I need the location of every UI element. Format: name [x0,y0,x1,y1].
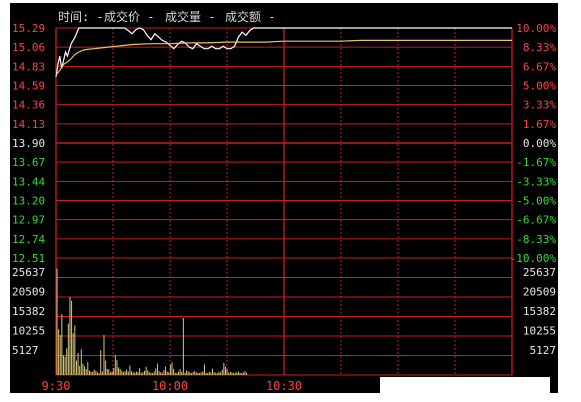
volume-tick-label: 15382 [523,305,556,318]
percent-tick-label: 10.00% [516,22,556,35]
price-label: 成交价 - [104,9,154,24]
stock-chart-window: 时间: - 成交价 - 成交量 - 成交额 - 15.29 15.06 14.83 1… [0,0,581,402]
price-tick-label: 14.36 [12,99,45,112]
percent-tick-label: -10.00% [510,252,557,265]
amount-label: 成交额 - [225,9,275,24]
volume-tick-label: 15382 [12,305,45,318]
volume-tick-label: 25637 [12,266,45,279]
redacted-area [380,377,550,393]
price-tick-label: 14.13 [12,118,45,131]
volume-tick-label: 10255 [523,325,556,338]
volume-tick-label: 5127 [12,344,39,357]
percent-tick-label: -8.33% [516,233,556,246]
percent-tick-label: 5.00% [523,80,556,93]
price-tick-label: 15.29 [12,22,45,35]
percent-tick-label: 1.67% [523,118,556,131]
percent-tick-label: 8.33% [523,41,556,54]
price-tick-label: 12.51 [12,252,45,265]
price-tick-label: 14.59 [12,80,45,93]
price-tick-label: 13.44 [12,175,45,188]
time-tick-label: 10:30 [266,379,302,393]
price-tick-label: 13.20 [12,195,45,208]
price-tick-label: 13.67 [12,156,45,169]
time-tick-label: 9:30 [42,379,71,393]
price-tick-label: 15.06 [12,41,45,54]
percent-tick-label: 6.67% [523,60,556,73]
volume-tick-label: 20509 [12,286,45,299]
volume-tick-label: 10255 [12,325,45,338]
price-tick-label: 13.90 [12,137,45,150]
time-tick-label: 10:00 [152,379,188,393]
percent-tick-label: 0.00% [523,137,556,150]
volume-tick-label: 25637 [523,266,556,279]
time-label: 时间: - [58,10,104,24]
volume-tick-label: 20509 [523,286,556,299]
chart-header: 时间: - 成交价 - 成交量 - 成交额 - [58,9,275,24]
percent-tick-label: -6.67% [516,214,556,227]
percent-tick-label: -3.33% [516,175,556,188]
volume-label: 成交量 - [165,9,215,24]
percent-tick-label: 3.33% [523,99,556,112]
intraday-chart: 时间: - 成交价 - 成交量 - 成交额 - 15.29 15.06 14.83 1… [10,3,558,393]
percent-tick-label: -5.00% [516,195,556,208]
price-tick-label: 14.83 [12,60,45,73]
price-tick-label: 12.97 [12,214,45,227]
percent-tick-label: -1.67% [516,156,556,169]
price-tick-label: 12.74 [12,233,45,246]
volume-tick-label: 5127 [530,344,557,357]
